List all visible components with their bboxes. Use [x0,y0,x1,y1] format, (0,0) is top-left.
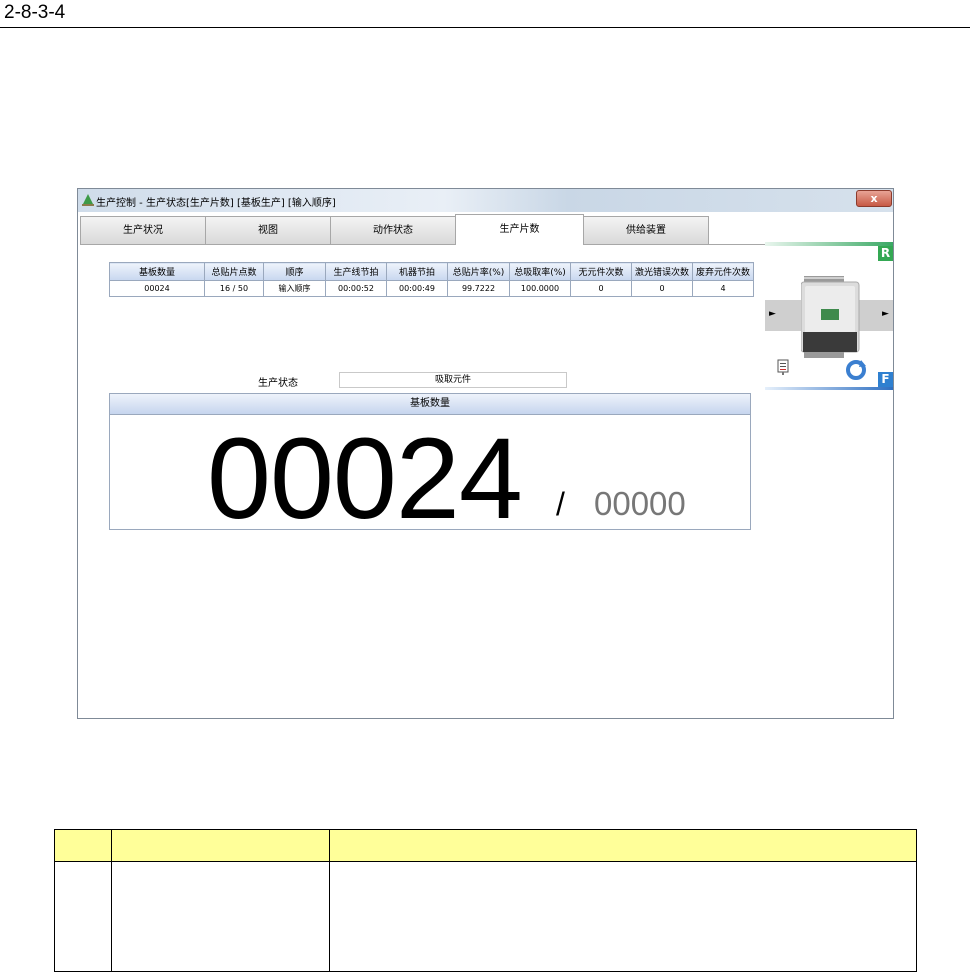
tab-action-status[interactable]: 动作状态 [330,216,456,245]
tab-view[interactable]: 视图 [205,216,331,245]
window-title: 生产控制 - 生产状态[生产片数] [基板生产] [输入顺序] [96,198,336,209]
body-cell [329,861,917,972]
body-cell [111,861,330,972]
cell-board-count: 00024 [109,280,205,297]
front-badge: F [878,372,893,387]
mounter-machine-icon [801,276,860,358]
column-header: 总吸取率(%) [509,262,571,281]
column-header: 总贴片率(%) [447,262,510,281]
board-count-value: 00024 [207,415,523,543]
front-indicator-bar [765,387,893,390]
production-control-window: 生产控制 - 生产状态[生产片数] [基板生产] [输入顺序] x 生产状况 视… [77,188,894,719]
column-header: 顺序 [263,262,326,281]
tab-production-status[interactable]: 生产状况 [80,216,206,245]
machine-status-panel: R ► ► F [765,242,893,390]
column-header: 总贴片点数 [204,262,264,281]
cell-machine-takt: 00:00:49 [386,280,448,297]
table-header-row: 基板数量 总贴片点数 顺序 生产线节拍 机器节拍 总贴片率(%) 总吸取率(%)… [109,262,754,281]
column-header: 无元件次数 [570,262,632,281]
rear-badge: R [878,246,893,261]
table-row: 00024 16 / 50 输入顺序 00:00:52 00:00:49 99.… [109,280,754,297]
cell-pickup-rate: 100.0000 [509,280,571,297]
cell-laser-error-count: 0 [631,280,693,297]
cell-line-takt: 00:00:52 [325,280,387,297]
close-button[interactable]: x [856,190,892,207]
header-divider [0,27,970,28]
column-header: 激光错误次数 [631,262,693,281]
production-status-label: 生产状态 [258,378,298,389]
rear-indicator-bar [765,242,893,246]
tab-production-count[interactable]: 生产片数 [455,214,584,245]
header-cell [329,829,917,862]
document-icon[interactable] [777,359,789,375]
cell-total-points: 16 / 50 [204,280,264,297]
production-stats-table: 基板数量 总贴片点数 顺序 生产线节拍 机器节拍 总贴片率(%) 总吸取率(%)… [109,262,754,297]
conveyor-arrow-right-icon: ► [882,309,889,319]
conveyor-arrow-left-icon: ► [769,309,776,319]
column-header: 生产线节拍 [325,262,387,281]
description-table [54,829,917,972]
cell-mount-rate: 99.7222 [447,280,510,297]
window-titlebar[interactable]: 生产控制 - 生产状态[生产片数] [基板生产] [输入顺序] x [78,189,893,212]
board-count-header: 基板数量 [110,394,750,415]
refresh-icon[interactable] [845,359,867,381]
board-count-target: 00000 [594,485,686,522]
cell-sequence: 输入顺序 [263,280,326,297]
body-cell [54,861,112,972]
table-row [54,861,917,972]
description-table-header [54,829,917,862]
column-header: 废弃元件次数 [692,262,754,281]
section-number: 2-8-3-4 [4,2,66,23]
column-header: 基板数量 [109,262,205,281]
app-icon [82,194,94,206]
header-cell [54,829,112,862]
cell-discard-count: 4 [692,280,754,297]
header-cell [111,829,330,862]
column-header: 机器节拍 [386,262,448,281]
count-separator: / [556,486,565,522]
tab-feeder[interactable]: 供给装置 [583,216,709,245]
board-count-panel: 基板数量 00024 / 00000 [109,393,751,543]
cell-no-part-count: 0 [570,280,632,297]
production-status-field: 吸取元件 [339,372,567,388]
